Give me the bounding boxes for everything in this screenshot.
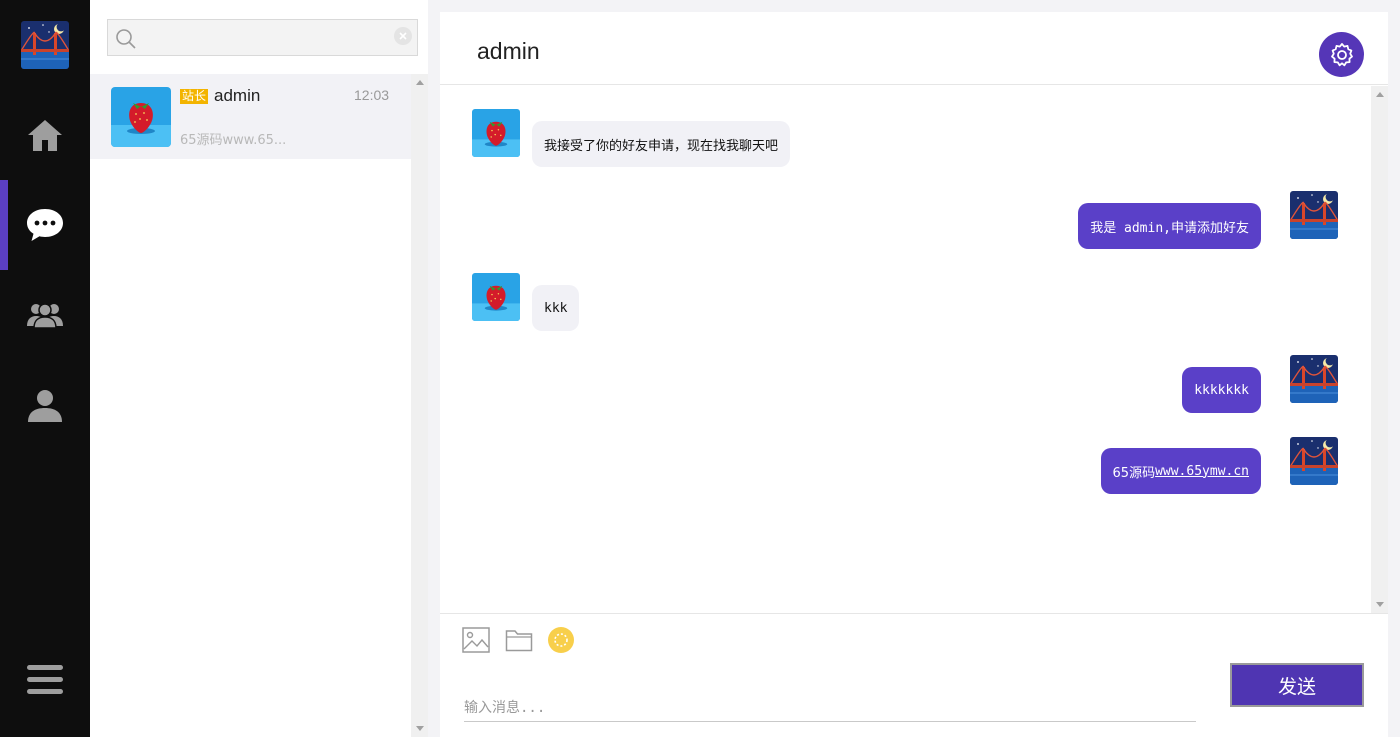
chat-header: admin — [440, 12, 1388, 85]
avatar — [111, 87, 171, 147]
emoji-icon — [548, 627, 574, 653]
hamburger-icon — [27, 665, 63, 694]
composer: 发送 — [440, 613, 1388, 737]
gear-icon — [1330, 42, 1353, 66]
message-text: 我接受了你的好友申请，现在找我聊天吧 — [544, 138, 779, 154]
emoji-button[interactable] — [547, 626, 575, 654]
nav-groups[interactable] — [0, 270, 90, 360]
close-icon — [399, 32, 407, 40]
scroll-up-arrow[interactable] — [416, 80, 424, 85]
my-avatar — [1290, 355, 1338, 403]
contact-avatar — [472, 273, 520, 321]
send-button[interactable]: 发送 — [1230, 663, 1364, 707]
chat-panel: admin 我接受了你的好友申请，现在找我聊天吧 我是 admin,申请添加好友 — [440, 12, 1388, 737]
message-input[interactable] — [464, 694, 1196, 722]
send-file-button[interactable] — [505, 626, 533, 654]
send-image-button[interactable] — [462, 626, 490, 654]
nav-home[interactable] — [0, 90, 90, 180]
message-link[interactable]: www.65ymw.cn — [1155, 464, 1249, 479]
scroll-down-arrow[interactable] — [1376, 602, 1384, 607]
contact-name: admin — [214, 86, 261, 105]
settings-button[interactable] — [1319, 32, 1364, 77]
role-badge: 站长 — [180, 89, 209, 104]
conversation-list: 站长 admin 12:03 65源码www.65... — [90, 0, 428, 737]
message-text: kkkkkkk — [1194, 382, 1249, 398]
image-icon — [462, 627, 490, 653]
home-icon — [28, 120, 62, 151]
scroll-down-arrow[interactable] — [416, 726, 424, 731]
message-list: 我接受了你的好友申请，现在找我聊天吧 我是 admin,申请添加好友 kkk k… — [440, 86, 1371, 613]
message-scrollbar[interactable] — [1371, 86, 1388, 613]
message-time: 12:03 — [354, 87, 390, 103]
nav-rail — [0, 0, 90, 737]
message-bubble-outgoing: 65源码 www.65ymw.cn — [1100, 448, 1261, 494]
nav-profile[interactable] — [0, 360, 90, 450]
list-scrollbar[interactable] — [411, 74, 428, 737]
search-input[interactable] — [144, 20, 384, 55]
user-icon — [28, 390, 62, 422]
message-bubble-outgoing: 我是 admin,申请添加好友 — [1078, 203, 1261, 249]
scroll-up-arrow[interactable] — [1376, 92, 1384, 97]
message-bubble-incoming: kkk — [532, 285, 580, 331]
message-text: 65源码 — [1112, 465, 1156, 481]
message-bubble-outgoing: kkkkkkk — [1182, 367, 1261, 413]
nav-chat[interactable] — [0, 180, 90, 270]
message-bubble-incoming: 我接受了你的好友申请，现在找我聊天吧 — [532, 121, 791, 167]
group-icon — [27, 303, 63, 329]
my-avatar — [1290, 437, 1338, 485]
folder-icon — [505, 630, 533, 652]
search-box — [107, 19, 418, 56]
my-avatar — [1290, 191, 1338, 239]
app-logo — [21, 21, 69, 69]
menu-button[interactable] — [27, 664, 63, 696]
search-icon — [116, 29, 136, 49]
contact-avatar — [472, 109, 520, 157]
chat-icon — [27, 209, 63, 241]
chat-title: admin — [477, 38, 540, 64]
message-text: kkk — [544, 300, 568, 316]
message-text: 我是 admin,申请添加好友 — [1090, 220, 1249, 236]
message-preview: 65源码www.65... — [180, 133, 287, 148]
conversation-item[interactable]: 站长 admin 12:03 65源码www.65... — [90, 74, 411, 159]
clear-search-button[interactable] — [394, 27, 412, 45]
